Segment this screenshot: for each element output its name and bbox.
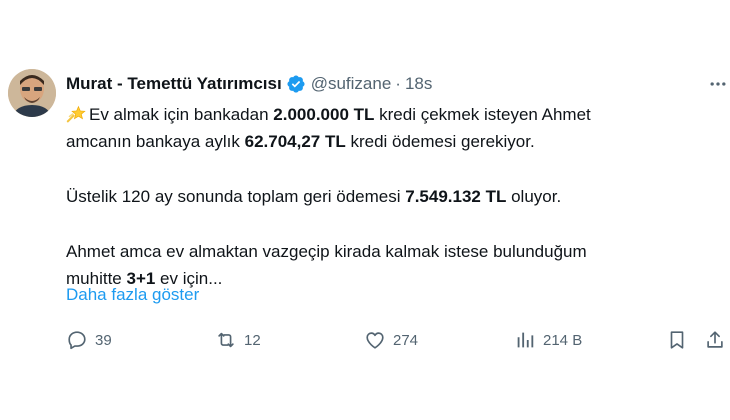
- tweet-timestamp[interactable]: 18s: [405, 74, 432, 94]
- text-line: Üstelik 120 ay sonunda toplam geri ödeme…: [66, 183, 716, 210]
- share-button[interactable]: [704, 325, 726, 355]
- avatar[interactable]: [8, 69, 56, 117]
- repost-count: 12: [244, 331, 261, 349]
- action-bar: 39 12 274 214 B: [66, 325, 730, 355]
- like-button[interactable]: 274: [364, 325, 418, 355]
- repost-button[interactable]: 12: [215, 325, 261, 355]
- bookmark-button[interactable]: [666, 325, 688, 355]
- avatar-image: [8, 69, 56, 117]
- tweet-header: Murat - Temettü Yatırımcısı @sufizane · …: [66, 72, 432, 96]
- share-icon: [707, 331, 723, 348]
- shooting-star-emoji: [66, 105, 86, 123]
- reply-button[interactable]: 39: [66, 325, 112, 355]
- text-segment: oluyor.: [506, 187, 562, 206]
- show-more-link[interactable]: Daha fazla göster: [66, 285, 199, 305]
- repost-icon: [218, 332, 234, 348]
- like-icon: [366, 332, 384, 349]
- total-repayment: 7.549.132 TL: [405, 187, 507, 206]
- monthly-payment: 62.704,27 TL: [244, 132, 346, 151]
- tweet-card: Murat - Temettü Yatırımcısı @sufizane · …: [0, 0, 730, 420]
- text-line: Ev almak için bankadan 2.000.000 TL kred…: [66, 101, 716, 128]
- tweet-text: Ev almak için bankadan 2.000.000 TL kred…: [66, 101, 716, 292]
- views-button[interactable]: 214 B: [514, 325, 582, 355]
- reply-icon: [68, 331, 86, 350]
- text-segment: amcanın bankaya aylık: [66, 132, 245, 151]
- text-line: Ahmet amca ev almaktan vazgeçip kirada k…: [66, 242, 587, 261]
- text-segment: kredi çekmek isteyen Ahmet: [374, 105, 591, 124]
- author-handle[interactable]: @sufizane: [311, 74, 392, 94]
- loan-amount: 2.000.000 TL: [273, 105, 375, 124]
- author-name[interactable]: Murat - Temettü Yatırımcısı: [66, 74, 282, 94]
- header-separator: ·: [395, 74, 401, 93]
- more-dots-icon[interactable]: [703, 72, 730, 96]
- text-segment: Üstelik 120 ay sonunda toplam geri ödeme…: [66, 187, 406, 206]
- bookmark-icon: [670, 331, 684, 349]
- views-icon: [517, 332, 534, 348]
- verified-badge-icon: [287, 75, 305, 93]
- reply-count: 39: [95, 331, 112, 349]
- text-segment: kredi ödemesi gerekiyor.: [345, 132, 535, 151]
- text-line: amcanın bankaya aylık 62.704,27 TL kredi…: [66, 128, 716, 155]
- views-count: 214 B: [543, 331, 583, 349]
- text-segment: Ev almak için bankadan: [89, 105, 274, 124]
- like-count: 274: [393, 331, 419, 349]
